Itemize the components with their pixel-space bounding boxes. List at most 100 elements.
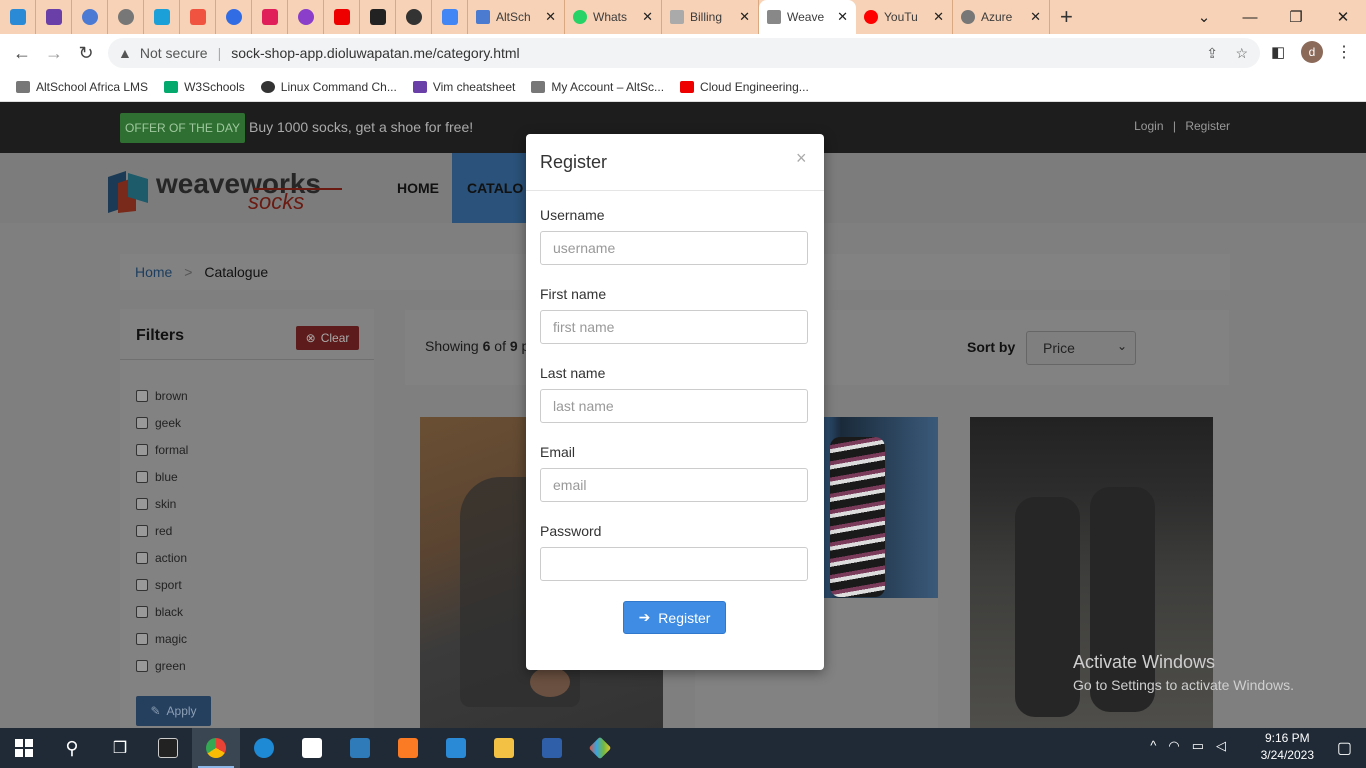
- email-input[interactable]: [540, 468, 808, 502]
- sort-select[interactable]: Price ⌄: [1026, 331, 1136, 365]
- tab-youtube[interactable]: YouTu ✕: [856, 0, 953, 34]
- sidepanel-icon[interactable]: ◧: [1271, 43, 1285, 61]
- checkbox[interactable]: [136, 606, 148, 618]
- reload-icon[interactable]: ↻: [70, 43, 102, 64]
- filter-geek[interactable]: geek: [136, 416, 181, 430]
- pinned-tab-8[interactable]: [252, 0, 288, 34]
- tab-billing[interactable]: Billing ✕: [662, 0, 759, 34]
- clock[interactable]: 9:16 PM 3/24/2023: [1261, 730, 1314, 764]
- pinned-tab-13[interactable]: [432, 0, 468, 34]
- pinned-tab-7[interactable]: [216, 0, 252, 34]
- pinned-tab-9[interactable]: [288, 0, 324, 34]
- filter-action[interactable]: action: [136, 551, 187, 565]
- restore-icon[interactable]: ❐: [1273, 0, 1319, 34]
- offer-badge[interactable]: OFFER OF THE DAY: [120, 113, 245, 143]
- start-button[interactable]: [0, 728, 48, 768]
- close-icon[interactable]: ✕: [837, 9, 848, 25]
- forward-icon[interactable]: →: [38, 43, 70, 64]
- tab-whatsapp[interactable]: Whats ✕: [565, 0, 662, 34]
- login-link[interactable]: Login: [1134, 119, 1163, 133]
- clear-button[interactable]: ⊗ Clear: [296, 326, 359, 350]
- firstname-input[interactable]: [540, 310, 808, 344]
- close-window-icon[interactable]: ✕: [1320, 0, 1366, 34]
- pinned-tab-6[interactable]: [180, 0, 216, 34]
- close-icon[interactable]: ✕: [933, 9, 944, 25]
- password-input[interactable]: [540, 547, 808, 581]
- omnibox[interactable]: ▲ Not secure | sock-shop-app.dioluwapata…: [108, 38, 1260, 68]
- nav-catalogue[interactable]: CATALO: [452, 153, 532, 223]
- star-icon[interactable]: ☆: [1235, 45, 1248, 62]
- taskbar-xampp[interactable]: [384, 728, 432, 768]
- bookmark-cloud[interactable]: Cloud Engineering...: [680, 80, 809, 94]
- new-tab-button[interactable]: +: [1050, 4, 1083, 30]
- notification-icon[interactable]: ▢: [1337, 738, 1352, 758]
- bookmark-vim[interactable]: Vim cheatsheet: [412, 80, 515, 94]
- tab-altschool[interactable]: AltSch ✕: [468, 0, 565, 34]
- pinned-tab-2[interactable]: [36, 0, 72, 34]
- taskbar-virtualbox[interactable]: [336, 728, 384, 768]
- tab-weave[interactable]: Weave ✕: [759, 0, 856, 34]
- tab-search-icon[interactable]: ⌄: [1181, 0, 1227, 34]
- share-icon[interactable]: ⇪: [1206, 45, 1218, 62]
- checkbox[interactable]: [136, 579, 148, 591]
- pinned-tab-4[interactable]: [108, 0, 144, 34]
- register-link[interactable]: Register: [1185, 119, 1230, 133]
- bookmark-linux[interactable]: Linux Command Ch...: [260, 80, 397, 94]
- filter-formal[interactable]: formal: [136, 443, 188, 457]
- minimize-icon[interactable]: —: [1227, 0, 1273, 34]
- breadcrumb-home[interactable]: Home: [135, 264, 172, 280]
- checkbox[interactable]: [136, 390, 148, 402]
- battery-icon[interactable]: ▭: [1192, 738, 1204, 754]
- apply-button[interactable]: ✎ Apply: [136, 696, 211, 726]
- bookmark-w3schools[interactable]: W3Schools: [164, 80, 245, 94]
- checkbox[interactable]: [136, 444, 148, 456]
- close-icon[interactable]: ✕: [739, 9, 750, 25]
- bookmark-my-account[interactable]: My Account – AltSc...: [531, 80, 664, 94]
- close-icon[interactable]: ✕: [642, 9, 653, 25]
- close-icon[interactable]: ✕: [545, 9, 556, 25]
- filter-blue[interactable]: blue: [136, 470, 178, 484]
- checkbox[interactable]: [136, 417, 148, 429]
- tab-azure[interactable]: Azure ✕: [953, 0, 1050, 34]
- taskbar-store[interactable]: [288, 728, 336, 768]
- avatar[interactable]: d: [1301, 41, 1323, 63]
- filter-brown[interactable]: brown: [136, 389, 188, 403]
- menu-icon[interactable]: ⋮: [1336, 42, 1352, 62]
- checkbox[interactable]: [136, 552, 148, 564]
- filter-red[interactable]: red: [136, 524, 172, 538]
- checkbox[interactable]: [136, 525, 148, 537]
- search-button[interactable]: ⚲: [48, 728, 96, 768]
- username-input[interactable]: [540, 231, 808, 265]
- pinned-tab-5[interactable]: [144, 0, 180, 34]
- pinned-tab-10[interactable]: [324, 0, 360, 34]
- filter-skin[interactable]: skin: [136, 497, 176, 511]
- taskbar-git[interactable]: [576, 728, 624, 768]
- checkbox[interactable]: [136, 633, 148, 645]
- close-icon[interactable]: ×: [796, 148, 807, 169]
- register-submit-button[interactable]: ➔ Register: [623, 601, 726, 634]
- chevron-up-icon[interactable]: ^: [1150, 738, 1156, 754]
- checkbox[interactable]: [136, 498, 148, 510]
- close-icon[interactable]: ✕: [1030, 9, 1041, 25]
- task-view-button[interactable]: ❒: [96, 728, 144, 768]
- taskbar-vscode[interactable]: [432, 728, 480, 768]
- wifi-icon[interactable]: ◠: [1168, 738, 1179, 754]
- pinned-tab-12[interactable]: [396, 0, 432, 34]
- back-icon[interactable]: ←: [6, 43, 38, 64]
- pinned-tab-vscode[interactable]: [0, 0, 36, 34]
- lastname-input[interactable]: [540, 389, 808, 423]
- taskbar-edge[interactable]: [240, 728, 288, 768]
- checkbox[interactable]: [136, 660, 148, 672]
- taskbar-chrome[interactable]: [192, 728, 240, 768]
- filter-green[interactable]: green: [136, 659, 186, 673]
- filter-sport[interactable]: sport: [136, 578, 182, 592]
- taskbar-explorer[interactable]: [480, 728, 528, 768]
- pinned-tab-3[interactable]: [72, 0, 108, 34]
- nav-home[interactable]: HOME: [397, 180, 439, 196]
- filter-black[interactable]: black: [136, 605, 183, 619]
- bookmark-altschool[interactable]: AltSchool Africa LMS: [16, 80, 148, 94]
- weaveworks-logo[interactable]: weaveworks socks: [104, 163, 344, 220]
- taskbar-terminal[interactable]: [144, 728, 192, 768]
- checkbox[interactable]: [136, 471, 148, 483]
- pinned-tab-11[interactable]: [360, 0, 396, 34]
